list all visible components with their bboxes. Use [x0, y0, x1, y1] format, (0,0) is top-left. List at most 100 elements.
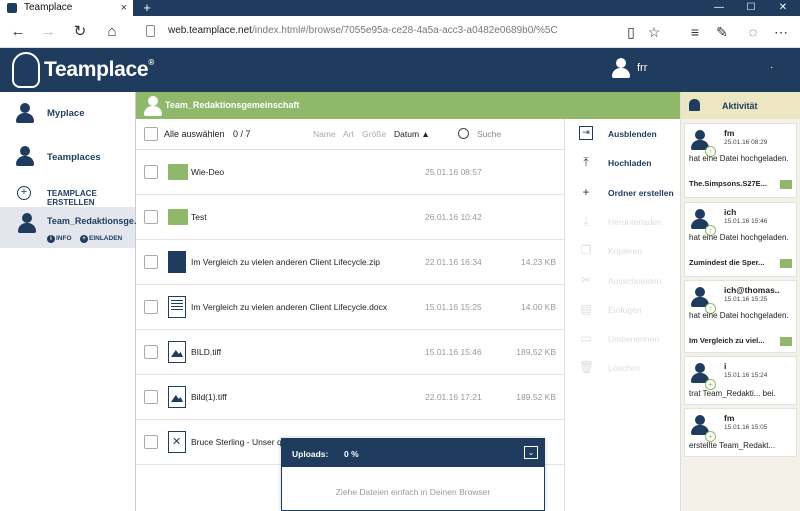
- activity-item[interactable]: + i 15.01.16 15:24 trat Team_Redakti... bei…: [684, 356, 797, 405]
- table-row[interactable]: Wie-Deo 25.01.16 08:57: [136, 150, 564, 195]
- table-row[interactable]: BILD.tiff 15.01.16 15:46 189.52 KB: [136, 330, 564, 375]
- file-name[interactable]: Im Vergleich zu vielen anderen Client Li…: [191, 302, 387, 312]
- select-all-label[interactable]: Alle auswählen: [164, 129, 225, 139]
- reading-view-icon[interactable]: ▯: [622, 23, 640, 41]
- create-teamplace-link[interactable]: TEAMPLACE ERSTELLEN: [47, 189, 135, 207]
- table-row[interactable]: Im Vergleich zu vielen anderen Client Li…: [136, 240, 564, 285]
- user-avatar-icon[interactable]: [612, 58, 630, 78]
- activity-panel: Aktivität ↑ fm 25.01.16 08:29 hat eine Date…: [680, 92, 800, 511]
- copy-button[interactable]: ❐ Kopieren: [565, 236, 681, 265]
- sidebar-item-myplace[interactable]: Myplace: [0, 92, 136, 134]
- collapse-icon[interactable]: ⌄: [524, 446, 538, 459]
- activity-time: 15.01.16 15:05: [724, 424, 768, 431]
- file-name[interactable]: BILD.tiff: [191, 347, 221, 357]
- invite-button[interactable]: + EINLADEN: [80, 235, 122, 243]
- cut-button[interactable]: ✂ Ausschneiden: [565, 266, 681, 295]
- add-circle-icon[interactable]: +: [17, 186, 31, 200]
- sort-name[interactable]: Name: [313, 129, 336, 139]
- teamplace-logo-icon[interactable]: [12, 52, 40, 88]
- uploads-panel: Uploads: 0 % ⌄ Ziehe Dateien einfach in …: [281, 438, 545, 511]
- favorites-hub-icon[interactable]: ≡: [686, 23, 704, 41]
- person-icon: [16, 103, 34, 123]
- row-checkbox[interactable]: [144, 435, 158, 449]
- team-header-bar: Team_Redaktionsgemeinschaft: [136, 92, 680, 119]
- user-name[interactable]: frr: [637, 62, 647, 74]
- activity-item[interactable]: ↑ ich@thomas.. 15.01.16 15:25 hat eine Date…: [684, 280, 797, 353]
- back-icon[interactable]: ←: [8, 22, 28, 42]
- sidebar-item-active-team[interactable]: Team_Redaktionsge... i INFO + EINLADEN: [0, 207, 141, 248]
- hide-panel-button[interactable]: ⇥ Ausblenden: [565, 119, 681, 148]
- activity-user: ich@thomas..: [724, 285, 780, 295]
- sort-type[interactable]: Art: [343, 129, 354, 139]
- folder-icon[interactable]: [780, 337, 792, 346]
- sidebar-item-label: Team_Redaktionsge...: [47, 216, 142, 226]
- file-size: 14.23 KB: [521, 257, 556, 267]
- activity-item[interactable]: ↑ fm 25.01.16 08:29 hat eine Datei hochgela…: [684, 123, 797, 198]
- file-date: 25.01.16 08:57: [425, 167, 482, 177]
- activity-item[interactable]: + fm 15.01.16 15:05 erstellte Team_Redakt..…: [684, 408, 797, 457]
- search-icon[interactable]: [458, 128, 469, 139]
- url-field[interactable]: web.teamplace.net/index.html#/browse/705…: [168, 25, 558, 36]
- sort-date[interactable]: Datum ▲: [394, 129, 430, 139]
- sidebar-item-teamplaces[interactable]: Teamplaces: [0, 136, 136, 178]
- file-name[interactable]: Bild(1).tiff: [191, 392, 227, 402]
- close-window-button[interactable]: ✕: [768, 0, 798, 16]
- refresh-icon[interactable]: ↻: [70, 22, 90, 42]
- row-checkbox[interactable]: [144, 390, 158, 404]
- notes-icon[interactable]: ✎: [713, 23, 731, 41]
- activity-file-link[interactable]: The.Simpsons.S27E...: [689, 179, 774, 188]
- row-checkbox[interactable]: [144, 210, 158, 224]
- activity-text: erstellte Team_Redakt...: [689, 441, 776, 450]
- activity-file-link[interactable]: Zumindest die Sper...: [689, 258, 774, 267]
- file-name[interactable]: Im Vergleich zu vielen anderen Client Li…: [191, 257, 380, 267]
- row-checkbox[interactable]: [144, 165, 158, 179]
- table-row[interactable]: Bild(1).tiff 22.01.16 17:21 189.52 KB: [136, 375, 564, 420]
- row-checkbox[interactable]: [144, 345, 158, 359]
- sidebar: Myplace Teamplaces + TEAMPLACE ERSTELLEN…: [0, 92, 141, 511]
- maximize-button[interactable]: ☐: [736, 0, 766, 16]
- activity-file-link[interactable]: Im Vergleich zu viel...: [689, 336, 774, 345]
- more-icon[interactable]: ⋯: [772, 23, 790, 41]
- file-name[interactable]: Wie-Deo: [191, 167, 224, 177]
- activity-user: fm: [724, 413, 735, 423]
- home-icon[interactable]: ⌂: [102, 22, 122, 42]
- forward-icon[interactable]: →: [38, 22, 58, 42]
- new-tab-button[interactable]: +: [140, 0, 154, 16]
- folder-icon[interactable]: [780, 180, 792, 189]
- info-button[interactable]: i INFO: [47, 235, 72, 243]
- browser-tab[interactable]: Teamplace ×: [0, 0, 133, 16]
- sort-size[interactable]: Größe: [362, 129, 386, 139]
- share-icon[interactable]: ◌: [744, 23, 762, 41]
- word-document-icon: [168, 296, 186, 318]
- search-input[interactable]: Suche: [477, 129, 501, 139]
- minimize-button[interactable]: —: [704, 0, 734, 16]
- row-checkbox[interactable]: [144, 255, 158, 269]
- table-row[interactable]: Test 26.01.16 10:42: [136, 195, 564, 240]
- paste-button[interactable]: ▤ Einfügen: [565, 295, 681, 324]
- download-icon: ⤓: [583, 213, 589, 228]
- upload-dropzone-hint[interactable]: Ziehe Dateien einfach in Deinen Browser: [282, 487, 544, 497]
- delete-button[interactable]: 🗑 Löschen: [565, 353, 681, 382]
- cut-icon: ✂: [580, 272, 592, 287]
- activity-item[interactable]: ↑ ich 15.01.16 15:46 hat eine Datei hochgel…: [684, 202, 797, 277]
- user-avatar-icon: +: [691, 363, 716, 390]
- user-avatar-icon: +: [691, 415, 716, 442]
- create-folder-button[interactable]: + Ordner erstellen: [565, 178, 681, 207]
- upload-button[interactable]: ⤒ Hochladen: [565, 148, 681, 177]
- download-button[interactable]: ⤓ Herunterladen: [565, 207, 681, 236]
- file-name[interactable]: Bruce Sterling - Unser q: [191, 437, 282, 447]
- file-name[interactable]: Test: [191, 212, 207, 222]
- sort-date-label: Datum: [394, 129, 420, 139]
- table-row[interactable]: Im Vergleich zu vielen anderen Client Li…: [136, 285, 564, 330]
- row-checkbox[interactable]: [144, 300, 158, 314]
- select-all-checkbox[interactable]: [144, 127, 158, 141]
- tab-close-icon[interactable]: ×: [121, 0, 127, 16]
- folder-icon[interactable]: [780, 259, 792, 268]
- brand-name[interactable]: Teamplace®: [44, 58, 154, 82]
- favorite-icon[interactable]: ☆: [645, 23, 663, 41]
- file-date: 15.01.16 15:25: [425, 302, 482, 312]
- user-menu-icon[interactable]: ·: [770, 62, 773, 73]
- activity-user: fm: [724, 128, 735, 138]
- rename-button[interactable]: ▭ Umbenennen: [565, 324, 681, 353]
- add-icon: +: [80, 235, 88, 243]
